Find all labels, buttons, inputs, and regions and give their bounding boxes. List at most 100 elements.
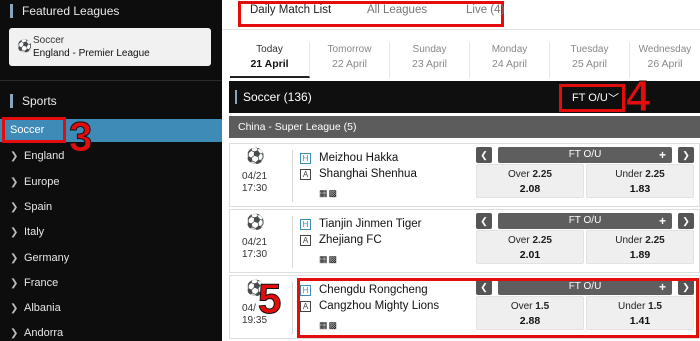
date-day-name: Today xyxy=(256,44,283,55)
over-label: Over xyxy=(508,169,530,180)
under-label: Under xyxy=(615,169,643,180)
sidebar-item-italy[interactable]: ❯ Italy xyxy=(10,224,44,240)
tab-all-leagues[interactable]: All Leagues xyxy=(367,4,427,16)
annotation-number-5: 5 xyxy=(257,275,282,322)
featured-sport-label: Soccer xyxy=(33,35,65,46)
sidebar-item-france[interactable]: ❯ France xyxy=(10,275,58,291)
under-odds-value: 1.83 xyxy=(629,183,651,195)
sidebar-item-label: Andorra xyxy=(24,327,64,339)
date-day-date: 23 April xyxy=(411,58,448,70)
chevron-left-icon[interactable]: ❮ xyxy=(476,213,492,229)
annotation-number-4: 4 xyxy=(625,72,651,121)
date-tab-today[interactable]: Today 21 April xyxy=(230,42,310,78)
sidebar-item-germany[interactable]: ❯ Germany xyxy=(10,250,69,266)
sidebar-item-albania[interactable]: ❯ Albania xyxy=(10,300,61,316)
away-tag: A xyxy=(300,235,311,246)
away-team[interactable]: Shanghai Shenhua xyxy=(319,168,417,180)
match-time: 17:30 xyxy=(242,249,268,260)
tab-live[interactable]: Live (4) xyxy=(466,4,504,16)
date-day-name: Tuesday xyxy=(570,44,609,55)
over-odds-value: 2.01 xyxy=(519,249,541,261)
divider xyxy=(292,282,293,334)
home-tag: H xyxy=(300,153,311,164)
chevron-right-icon: ❯ xyxy=(10,253,19,264)
date-day-name: Monday xyxy=(491,44,528,55)
date-day-name: Tomorrow xyxy=(327,44,372,55)
market-label: FT O/U + xyxy=(498,213,672,229)
league-header[interactable]: China - Super League (5) xyxy=(229,116,700,138)
sidebar-item-england[interactable]: ❯ England xyxy=(10,148,64,164)
sidebar-item-spain[interactable]: ❯ Spain xyxy=(10,199,52,215)
tabs-bar: Daily Match List All Leagues Live (4) xyxy=(222,0,700,30)
annotation-number-3: 3 xyxy=(68,113,93,160)
chevron-right-icon[interactable]: ❯ xyxy=(678,213,694,229)
home-team[interactable]: Tianjin Jinmen Tiger xyxy=(319,218,421,230)
chevron-right-icon: ❯ xyxy=(10,227,19,238)
soccer-ball-icon: ⚽ xyxy=(17,39,32,53)
date-tab-tomorrow[interactable]: Tomorrow 22 April xyxy=(310,42,390,78)
under-odds-button[interactable]: Under 2.25 1.89 xyxy=(586,230,694,264)
market-label: FT O/U + xyxy=(498,147,672,163)
over-line: 2.25 xyxy=(532,169,552,180)
divider xyxy=(292,216,293,268)
chevron-down-icon: ﹀ xyxy=(608,93,619,105)
odds-header: ❮ FT O/U + ❯ xyxy=(476,213,694,230)
highlight-box-3 xyxy=(2,117,66,143)
odds-header: ❮ FT O/U + ❯ xyxy=(476,147,694,164)
away-team[interactable]: Zhejiang FC xyxy=(319,234,382,246)
soccer-ball-icon: ⚽ xyxy=(246,214,265,231)
sport-count-label: Soccer (136) xyxy=(243,90,312,104)
date-day-date: 26 April xyxy=(647,58,683,70)
stats-icon[interactable]: ▦▩ xyxy=(319,188,338,199)
chevron-right-icon: ❯ xyxy=(10,202,19,213)
market-select-value: FT O/U xyxy=(572,92,608,104)
match-date: 04/21 xyxy=(242,171,268,182)
over-odds-value: 2.08 xyxy=(519,183,541,195)
date-day-name: Sunday xyxy=(412,44,447,55)
match-row: ⚽ 04/21 17:30 H Meizhou Hakka A Shanghai… xyxy=(229,143,700,207)
over-line: 2.25 xyxy=(532,235,552,246)
sidebar-divider xyxy=(0,80,222,81)
market-select[interactable]: FT O/U ﹀ xyxy=(559,84,625,112)
sidebar-item-label: Spain xyxy=(24,201,53,213)
date-tab-tuesday[interactable]: Tuesday 25 April xyxy=(550,42,630,78)
home-tag: H xyxy=(300,219,311,230)
under-odds-value: 1.89 xyxy=(629,249,651,261)
sidebar-item-label: England xyxy=(24,150,65,162)
plus-icon[interactable]: + xyxy=(659,213,666,229)
sidebar-item-label: Europe xyxy=(24,176,60,188)
sidebar-item-label: France xyxy=(24,277,59,289)
sidebar-item-label: Germany xyxy=(24,252,70,264)
chevron-right-icon: ❯ xyxy=(10,177,19,188)
over-odds-button[interactable]: Over 2.25 2.08 xyxy=(476,164,584,198)
match-row: ⚽ 04/21 17:30 H Tianjin Jinmen Tiger A Z… xyxy=(229,209,700,273)
chevron-right-icon: ❯ xyxy=(10,303,19,314)
under-line: 2.25 xyxy=(645,235,665,246)
chevron-right-icon[interactable]: ❯ xyxy=(678,147,694,163)
featured-league-card[interactable]: ⚽ Soccer England - Premier League xyxy=(9,28,211,66)
sidebar-item-label: Albania xyxy=(24,302,61,314)
featured-leagues-title: Featured Leagues xyxy=(10,1,119,21)
stats-icon[interactable]: ▦▩ xyxy=(319,254,338,265)
date-tab-sunday[interactable]: Sunday 23 April xyxy=(390,42,470,78)
under-odds-button[interactable]: Under 2.25 1.83 xyxy=(586,164,694,198)
home-team[interactable]: Meizhou Hakka xyxy=(319,152,398,164)
chevron-right-icon: ❯ xyxy=(10,151,19,162)
date-day-date: 22 April xyxy=(331,58,368,70)
sidebar-item-andorra[interactable]: ❯ Andorra xyxy=(10,325,63,341)
date-tab-monday[interactable]: Monday 24 April xyxy=(470,42,550,78)
date-day-date: 25 April xyxy=(571,58,608,70)
league-title: China - Super League (5) xyxy=(238,121,357,133)
sidebar-item-label: Italy xyxy=(24,226,45,238)
date-day-name: Wednesday xyxy=(638,44,692,55)
chevron-left-icon[interactable]: ❮ xyxy=(476,147,492,163)
match-time: 17:30 xyxy=(242,183,268,194)
tab-daily-match-list[interactable]: Daily Match List xyxy=(250,4,331,16)
sidebar: Featured Leagues ⚽ Soccer England - Prem… xyxy=(0,0,222,341)
sidebar-item-europe[interactable]: ❯ Europe xyxy=(10,174,59,190)
plus-icon[interactable]: + xyxy=(659,147,666,163)
match-date: 04/21 xyxy=(242,237,268,248)
under-line: 2.25 xyxy=(645,169,665,180)
over-odds-button[interactable]: Over 2.25 2.01 xyxy=(476,230,584,264)
chevron-right-icon: ❯ xyxy=(10,328,19,339)
